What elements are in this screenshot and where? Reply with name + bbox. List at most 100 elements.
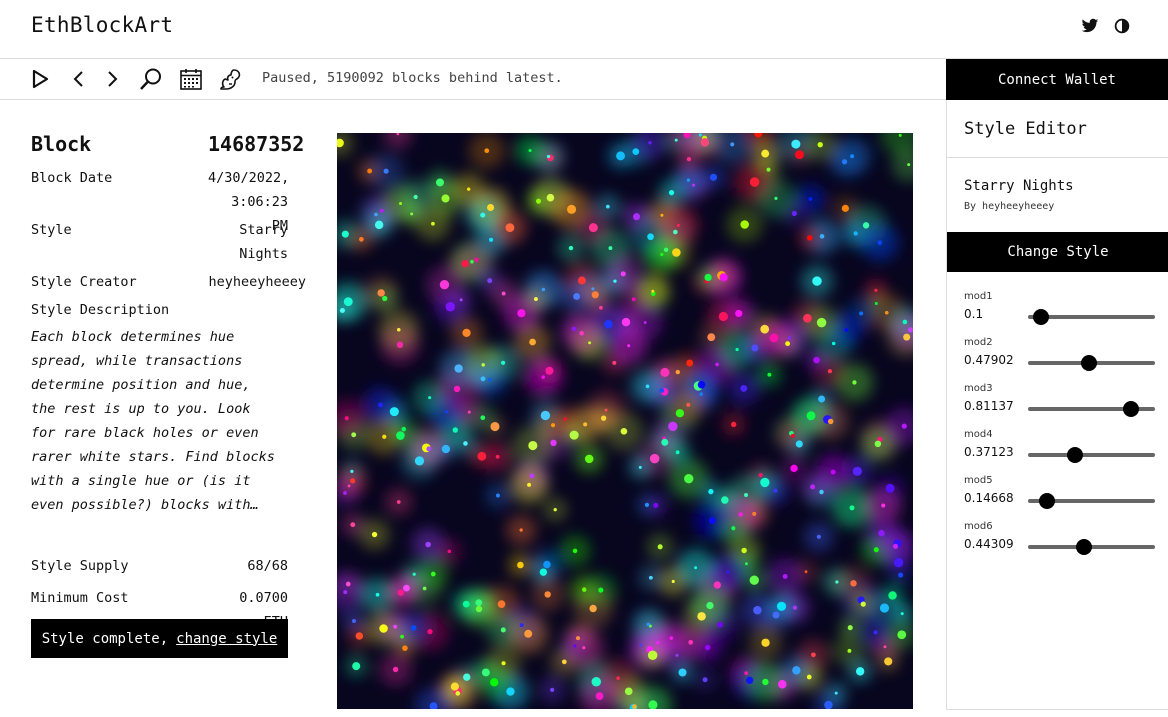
star — [792, 605, 798, 610]
star — [663, 247, 669, 252]
star — [708, 488, 714, 495]
star — [383, 168, 389, 174]
star — [660, 252, 664, 257]
star — [339, 307, 345, 314]
star — [633, 213, 641, 221]
style-complete-text: Style complete, — [41, 630, 169, 647]
star — [660, 367, 670, 378]
mod-value: 0.44309 — [964, 537, 1014, 551]
slider-handle[interactable] — [1080, 355, 1097, 371]
mod6-slider[interactable] — [1028, 539, 1155, 555]
star — [813, 356, 820, 364]
connect-wallet-button[interactable]: Connect Wallet — [946, 59, 1168, 100]
star — [572, 548, 578, 554]
mod-value: 0.47902 — [964, 353, 1014, 367]
star — [850, 154, 855, 159]
star — [575, 636, 581, 641]
star — [506, 687, 515, 696]
slider-handle[interactable] — [1123, 401, 1140, 417]
star — [488, 377, 492, 382]
mod2-slider[interactable] — [1028, 355, 1155, 371]
star — [855, 667, 865, 676]
star — [744, 493, 749, 498]
slider-handle[interactable] — [1038, 493, 1055, 509]
star — [678, 668, 687, 677]
star — [648, 141, 652, 145]
star — [631, 297, 636, 302]
mod4-slider[interactable] — [1028, 447, 1155, 463]
mod1-slider[interactable] — [1028, 309, 1155, 325]
star — [350, 522, 356, 528]
star — [463, 441, 468, 446]
star — [441, 194, 450, 203]
star — [426, 446, 432, 452]
play-icon[interactable] — [28, 67, 52, 91]
brand-logo[interactable]: EthBlockArt — [31, 13, 173, 37]
star — [445, 410, 448, 414]
change-style-link[interactable]: change style — [176, 631, 277, 647]
star — [616, 676, 620, 680]
star — [519, 623, 524, 628]
star — [529, 473, 535, 479]
star — [686, 359, 694, 367]
star — [501, 661, 506, 666]
star — [396, 327, 401, 332]
style-editor-panel: Style Editor Starry Nights By heyheeyhee… — [946, 100, 1168, 710]
star — [620, 427, 628, 435]
star — [852, 380, 857, 385]
star-glow — [337, 572, 365, 612]
star — [791, 139, 801, 149]
star — [649, 453, 660, 464]
star — [561, 659, 567, 665]
star — [345, 581, 351, 587]
chevron-left-icon[interactable] — [67, 67, 91, 91]
star — [389, 407, 399, 417]
mod5-slider[interactable] — [1028, 493, 1155, 509]
current-style-author: By heyheeyheeey — [964, 201, 1055, 212]
star — [462, 328, 471, 338]
star — [774, 196, 778, 200]
star — [550, 439, 557, 447]
calendar-icon[interactable] — [179, 67, 203, 91]
star — [718, 311, 729, 322]
slider-handle[interactable] — [1067, 447, 1084, 463]
star — [582, 646, 586, 650]
theme-toggle-icon[interactable] — [1113, 17, 1131, 35]
star — [819, 489, 824, 495]
star — [533, 297, 538, 302]
star — [884, 310, 889, 315]
star — [883, 645, 887, 649]
star — [646, 622, 651, 627]
star — [616, 151, 626, 161]
star — [816, 534, 821, 539]
star — [812, 276, 822, 286]
squirrel-icon[interactable] — [218, 67, 242, 91]
star — [791, 210, 797, 216]
star — [694, 566, 698, 570]
star — [544, 591, 551, 598]
star — [738, 512, 743, 517]
star — [595, 692, 604, 701]
star — [766, 167, 771, 172]
chevron-right-icon[interactable] — [100, 67, 124, 91]
mod-slider-row: mod6 0.44309 — [947, 521, 1168, 567]
star — [427, 628, 433, 635]
mod3-slider[interactable] — [1028, 401, 1155, 417]
star — [735, 309, 743, 318]
star — [453, 385, 461, 393]
slider-handle[interactable] — [1032, 309, 1049, 325]
star — [811, 652, 816, 658]
star — [528, 148, 532, 153]
star — [659, 388, 665, 393]
star — [627, 344, 631, 348]
star — [350, 469, 354, 473]
slider-handle[interactable] — [1076, 539, 1093, 555]
twitter-icon[interactable] — [1081, 17, 1099, 35]
star — [795, 440, 803, 448]
change-style-button[interactable]: Change Style — [947, 232, 1168, 272]
star — [591, 291, 599, 299]
star — [410, 625, 417, 631]
star — [660, 213, 664, 217]
star — [489, 237, 494, 242]
search-icon[interactable] — [139, 67, 163, 91]
